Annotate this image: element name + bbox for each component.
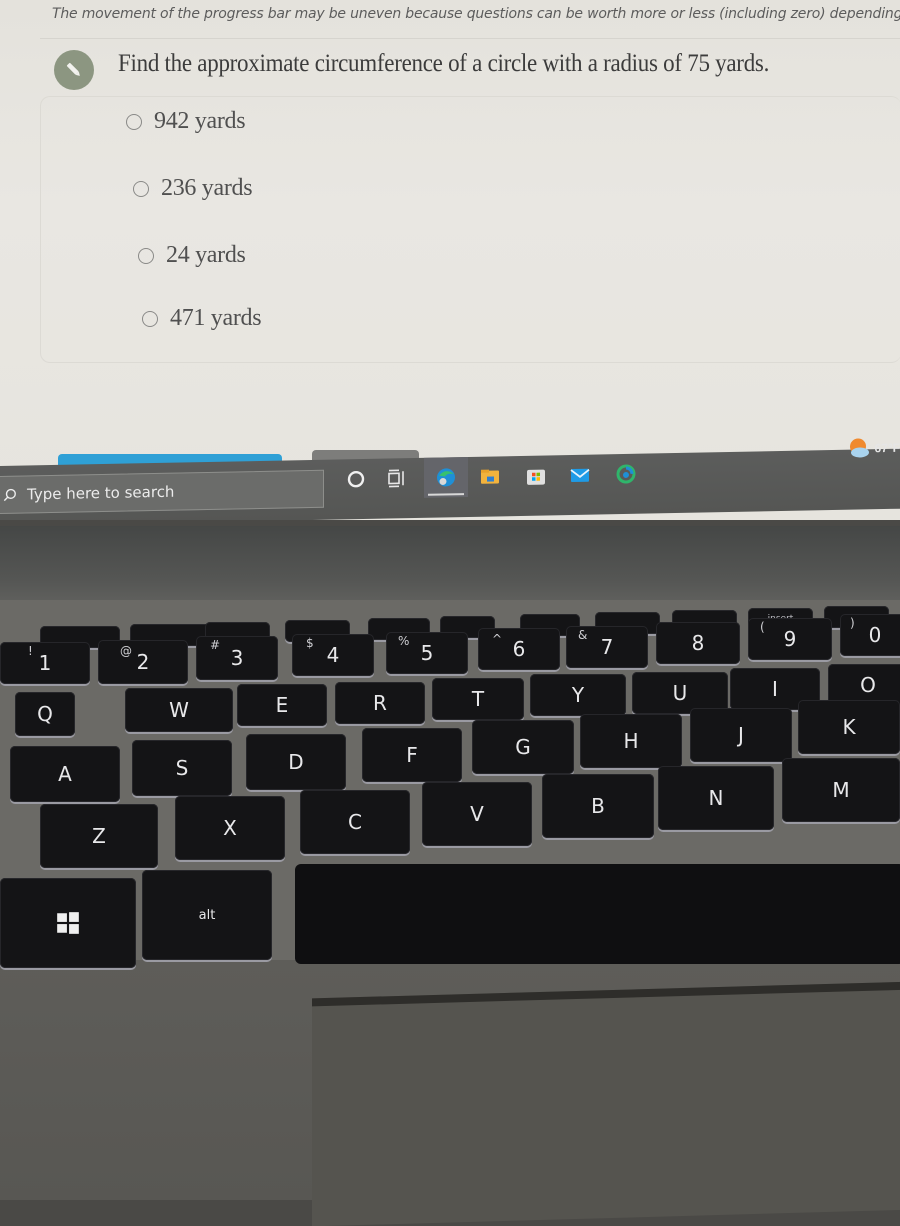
weather-temperature: 67°F xyxy=(875,441,900,455)
key-7[interactable]: & 7 xyxy=(566,626,648,668)
pencil-icon xyxy=(54,50,94,90)
question-text: Find the approximate circumference of a … xyxy=(118,50,769,78)
edge-icon[interactable] xyxy=(424,457,468,498)
keyboard: insert ! 1 @ 2 # 3 $ 4 % 5 ^ 6 & 7 8 ( 9… xyxy=(0,600,900,980)
radio-button[interactable] xyxy=(126,114,142,130)
key-v[interactable]: V xyxy=(422,782,532,846)
cortana-icon[interactable] xyxy=(334,459,378,500)
key-t[interactable]: T xyxy=(432,678,524,720)
key-j[interactable]: J xyxy=(690,708,792,762)
key-0[interactable]: ) 0 xyxy=(840,614,900,656)
file-explorer-icon[interactable] xyxy=(468,456,512,497)
key-w[interactable]: W xyxy=(125,688,233,732)
key-e[interactable]: E xyxy=(237,684,327,726)
key-h[interactable]: H xyxy=(580,714,682,768)
touchpad[interactable] xyxy=(312,982,900,1226)
option-label: 471 yards xyxy=(170,305,261,332)
key-5[interactable]: % 5 xyxy=(386,632,468,674)
radio-button[interactable] xyxy=(142,311,158,327)
key-space[interactable] xyxy=(295,864,900,964)
key-3[interactable]: # 3 xyxy=(196,636,278,680)
key-d[interactable]: D xyxy=(246,734,346,790)
windows-logo-icon xyxy=(55,910,81,936)
key-9[interactable]: ( 9 xyxy=(748,618,832,660)
key-b[interactable]: B xyxy=(542,774,654,838)
key-z[interactable]: Z xyxy=(40,804,158,868)
taskbar-search-box[interactable]: Type here to search xyxy=(0,470,324,514)
key-k[interactable]: K xyxy=(798,700,900,754)
key-m[interactable]: M xyxy=(782,758,900,822)
key-g[interactable]: G xyxy=(472,720,574,774)
option-label: 942 yards xyxy=(154,108,245,135)
answer-option[interactable]: 24 yards xyxy=(138,242,246,269)
key-8[interactable]: 8 xyxy=(656,622,740,664)
radio-button[interactable] xyxy=(133,181,149,197)
key-n[interactable]: N xyxy=(658,766,774,830)
key-x[interactable]: X xyxy=(175,796,285,860)
divider xyxy=(40,38,900,39)
key-y[interactable]: Y xyxy=(530,674,626,716)
progress-notice: The movement of the progress bar may be … xyxy=(52,6,900,22)
key-windows[interactable] xyxy=(0,878,136,968)
key-s[interactable]: S xyxy=(132,740,232,796)
partly-sunny-icon xyxy=(847,437,871,459)
key-a[interactable]: A xyxy=(10,746,120,802)
option-label: 236 yards xyxy=(161,175,252,202)
answer-option[interactable]: 471 yards xyxy=(142,305,261,332)
search-placeholder: Type here to search xyxy=(27,483,174,504)
radio-button[interactable] xyxy=(138,248,154,264)
search-icon xyxy=(3,488,17,502)
task-view-icon[interactable] xyxy=(375,458,419,499)
key-1[interactable]: ! 1 xyxy=(0,642,90,684)
answer-option[interactable]: 236 yards xyxy=(133,175,252,202)
answer-option[interactable]: 942 yards xyxy=(126,108,245,135)
key-6[interactable]: ^ 6 xyxy=(478,628,560,670)
key-alt[interactable]: alt xyxy=(142,870,272,960)
edge-dev-icon[interactable] xyxy=(604,454,648,495)
weather-widget[interactable]: 67°F xyxy=(847,437,900,460)
key-2[interactable]: @ 2 xyxy=(98,640,188,684)
quiz-screen: The movement of the progress bar may be … xyxy=(0,0,900,520)
key-f[interactable]: F xyxy=(362,728,462,782)
microsoft-store-icon[interactable] xyxy=(514,455,558,496)
key-q[interactable]: Q xyxy=(15,692,75,736)
key-r[interactable]: R xyxy=(335,682,425,724)
option-label: 24 yards xyxy=(166,242,246,269)
mail-icon[interactable] xyxy=(558,454,602,495)
key-c[interactable]: C xyxy=(300,790,410,854)
key-4[interactable]: $ 4 xyxy=(292,634,374,676)
